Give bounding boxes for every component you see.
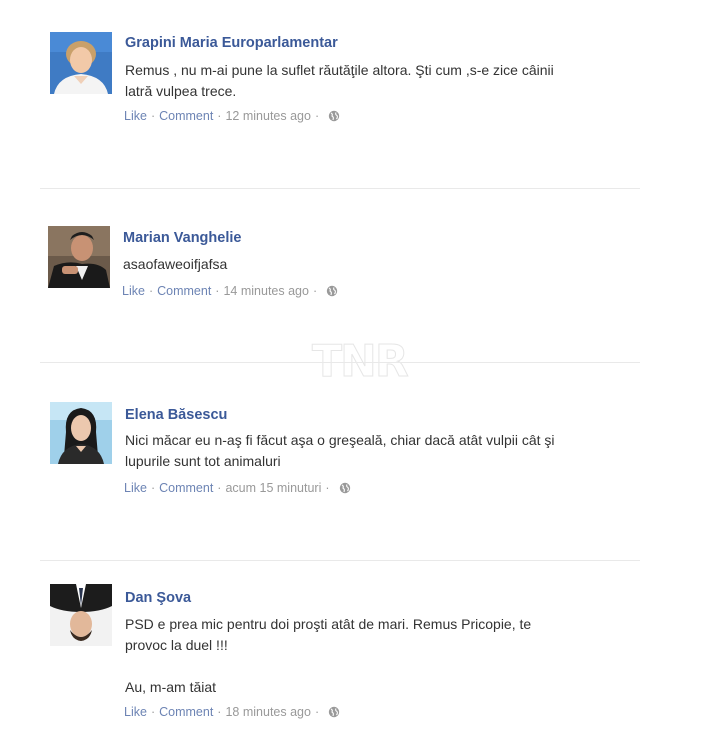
comment-text: asaofaweoifjafsa (123, 254, 623, 275)
comment-link[interactable]: Comment (159, 481, 213, 495)
comment-text: PSD e prea mic pentru doi proşti atât de… (125, 614, 625, 698)
separator: · (314, 109, 320, 123)
avatar[interactable] (50, 402, 112, 464)
separator: · (312, 284, 318, 298)
profile-photo-icon (48, 226, 110, 288)
avatar[interactable] (48, 226, 110, 288)
separator: · (150, 481, 156, 495)
comment-actions: Like · Comment · 14 minutes ago · (122, 284, 338, 298)
timestamp[interactable]: 14 minutes ago (223, 284, 308, 298)
like-link[interactable]: Like (122, 284, 145, 298)
comment-line: asaofaweoifjafsa (123, 256, 228, 272)
comment-line: latră vulpea trece. (125, 83, 237, 99)
like-link[interactable]: Like (124, 705, 147, 719)
separator: · (150, 109, 156, 123)
comment-line: Au, m-am tăiat (125, 679, 217, 695)
timestamp[interactable]: 12 minutes ago (225, 109, 310, 123)
divider (40, 560, 640, 561)
comment-link[interactable]: Comment (157, 284, 211, 298)
comment-line: Remus , nu m-ai pune la suflet răutăţile… (125, 62, 554, 78)
divider (40, 362, 640, 363)
comment-actions: Like · Comment · 12 minutes ago · (124, 109, 340, 123)
like-link[interactable]: Like (124, 109, 147, 123)
timestamp[interactable]: 18 minutes ago (225, 705, 310, 719)
comment-author[interactable]: Elena Băsescu (125, 407, 227, 423)
comment-link[interactable]: Comment (159, 705, 213, 719)
globe-icon (339, 482, 350, 494)
comment-author[interactable]: Grapini Maria Europarlamentar (125, 35, 338, 51)
comment-actions: Like · Comment · acum 15 minuturi · (124, 481, 351, 495)
separator: · (217, 109, 222, 123)
avatar[interactable] (50, 584, 112, 646)
avatar[interactable] (50, 32, 112, 94)
profile-photo-icon (50, 402, 112, 464)
separator: · (325, 481, 330, 495)
comment-author[interactable]: Marian Vanghelie (123, 230, 241, 246)
separator: · (148, 284, 154, 298)
comment-author[interactable]: Dan Şova (125, 590, 191, 606)
comment-line: provoc la duel !!! (125, 637, 228, 653)
globe-icon (326, 285, 338, 297)
profile-photo-upside-down-icon (50, 584, 112, 646)
separator: · (217, 705, 222, 719)
separator: · (217, 481, 222, 495)
like-link[interactable]: Like (124, 481, 147, 495)
globe-icon (328, 706, 340, 718)
comment-actions: Like · Comment · 18 minutes ago · (124, 705, 340, 719)
comment-line: Nici măcar eu n-aş fi făcut aşa o greşea… (125, 432, 555, 448)
separator: · (150, 705, 156, 719)
comment-text: Nici măcar eu n-aş fi făcut aşa o greşea… (125, 430, 625, 472)
profile-photo-icon (50, 32, 112, 94)
timestamp[interactable]: acum 15 minuturi (225, 481, 321, 495)
divider (40, 188, 640, 189)
comment-line: lupurile sunt tot animaluri (125, 453, 281, 469)
comment-link[interactable]: Comment (159, 109, 213, 123)
comment-line: PSD e prea mic pentru doi proşti atât de… (125, 616, 532, 632)
globe-icon (328, 110, 340, 122)
separator: · (215, 284, 220, 298)
comment-text: Remus , nu m-ai pune la suflet răutăţile… (125, 60, 625, 102)
separator: · (314, 705, 320, 719)
